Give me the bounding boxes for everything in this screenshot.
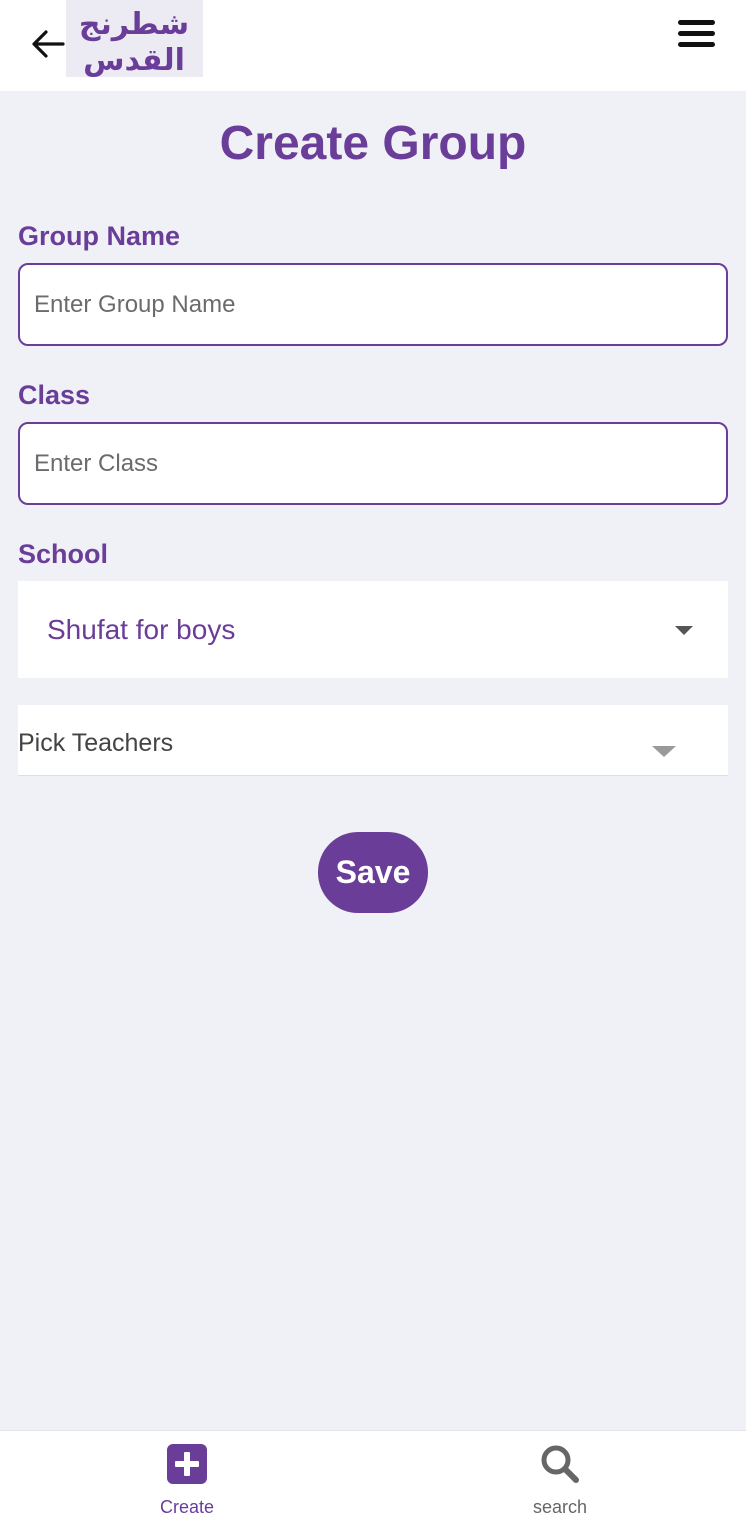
logo-text-top: شطرنج xyxy=(79,7,189,42)
page-title: Create Group xyxy=(219,117,527,170)
nav-label-search: search xyxy=(532,1497,588,1517)
school-label: School xyxy=(18,539,109,569)
class-label: Class xyxy=(18,380,91,410)
plus-square-icon xyxy=(167,1444,207,1484)
nav-label-create: Create xyxy=(159,1497,215,1517)
app-root: شطرنج القدس Create Group Group Name Clas… xyxy=(0,0,746,1518)
logo-text-bottom: القدس xyxy=(83,43,185,77)
back-button[interactable] xyxy=(28,24,68,64)
group-name-label: Group Name xyxy=(18,221,181,251)
arrow-left-icon xyxy=(32,30,65,58)
menu-button[interactable] xyxy=(674,14,720,52)
top-bar: شطرنج القدس xyxy=(0,0,746,91)
group-name-input[interactable] xyxy=(18,263,728,346)
save-button[interactable]: Save xyxy=(318,832,428,913)
nav-item-search[interactable]: search xyxy=(470,1431,650,1518)
pick-teachers-placeholder: Pick Teachers xyxy=(18,729,174,757)
class-input[interactable] xyxy=(18,422,728,505)
school-select[interactable]: Shufat for boys xyxy=(18,581,728,678)
pick-teachers-select[interactable]: Pick Teachers xyxy=(18,705,728,776)
search-icon xyxy=(541,1445,579,1483)
bottom-nav: Create search xyxy=(0,1430,746,1518)
nav-item-create[interactable]: Create xyxy=(97,1431,277,1518)
app-logo: شطرنج القدس xyxy=(66,0,203,77)
chevron-down-icon xyxy=(652,746,676,757)
school-selected-value: Shufat for boys xyxy=(47,614,236,645)
hamburger-menu-icon xyxy=(678,19,715,25)
chevron-down-icon xyxy=(675,626,693,635)
